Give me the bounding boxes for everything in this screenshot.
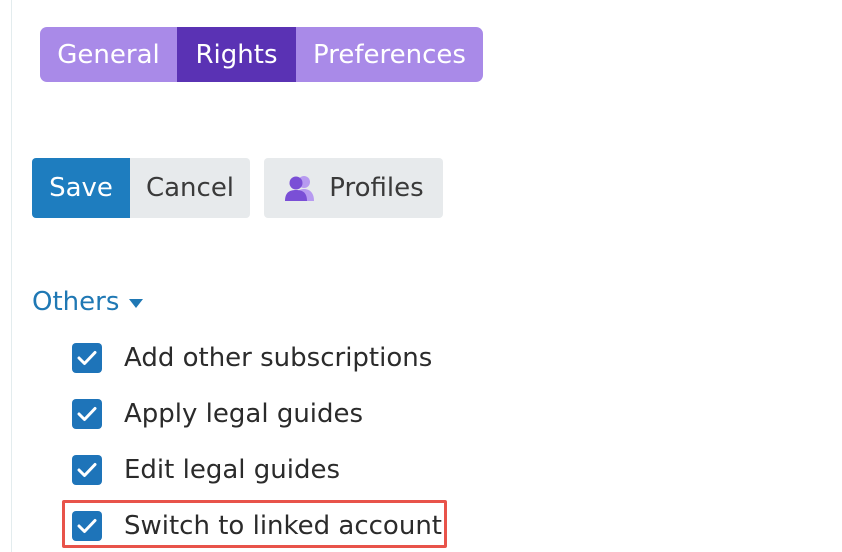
users-icon: [283, 173, 317, 203]
tab-preferences[interactable]: Preferences: [296, 27, 483, 82]
option-apply-legal-guides[interactable]: Apply legal guides: [72, 396, 363, 432]
tab-general[interactable]: General: [40, 27, 177, 82]
save-button[interactable]: Save: [32, 158, 130, 218]
highlight-annotation: [62, 500, 447, 548]
checkbox-checked[interactable]: [72, 399, 102, 429]
cancel-button[interactable]: Cancel: [130, 158, 250, 218]
rights-page: General Rights Preferences Save Cancel P…: [0, 0, 842, 552]
option-label: Edit legal guides: [124, 455, 341, 485]
option-label: Add other subscriptions: [124, 343, 433, 373]
others-section-toggle[interactable]: Others: [32, 282, 144, 322]
checkbox-checked[interactable]: [72, 455, 102, 485]
caret-down-icon: [129, 298, 144, 308]
tab-rights[interactable]: Rights: [177, 27, 296, 82]
checkbox-checked[interactable]: [72, 343, 102, 373]
option-label: Apply legal guides: [124, 399, 364, 429]
check-icon: [77, 407, 97, 421]
left-divider: [11, 0, 12, 552]
check-icon: [77, 351, 97, 365]
check-icon: [77, 463, 97, 477]
profiles-button[interactable]: Profiles: [264, 158, 443, 218]
profiles-label: Profiles: [329, 173, 424, 203]
option-edit-legal-guides[interactable]: Edit legal guides: [72, 452, 340, 488]
tab-bar: General Rights Preferences: [40, 27, 483, 82]
option-add-other-subscriptions[interactable]: Add other subscriptions: [72, 340, 432, 376]
section-title: Others: [32, 287, 120, 317]
save-cancel-group: Save Cancel: [32, 158, 250, 218]
